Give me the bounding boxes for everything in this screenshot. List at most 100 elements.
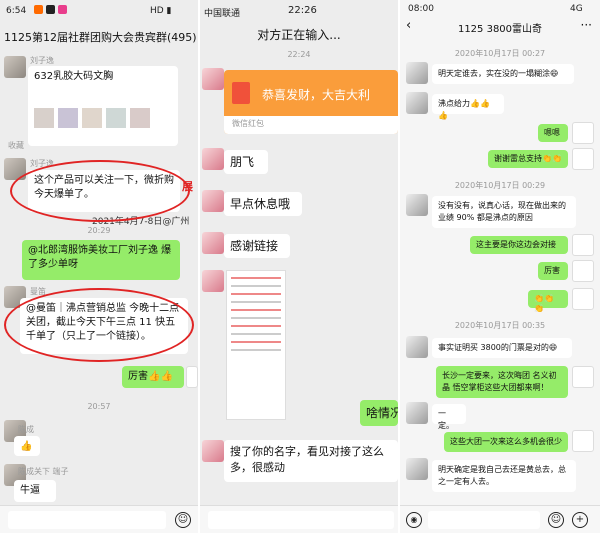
message-text: 朋飞 bbox=[230, 155, 255, 169]
status-bar: 6:54 HD ▮ bbox=[0, 0, 198, 22]
message-bubble[interactable]: 沸点给力👍👍👍 bbox=[432, 94, 504, 120]
highlight-circle bbox=[4, 288, 194, 362]
timestamp: 2020年10月17日 00:29 bbox=[454, 181, 546, 190]
product-thumbnails bbox=[34, 108, 150, 128]
input-bar: ◉ ☺ + bbox=[400, 505, 600, 533]
chat-title: 1125 3800雷山奇 bbox=[457, 24, 543, 35]
sender-name: 刘子逸 bbox=[30, 56, 54, 65]
chat-header: ‹ 1125 3800雷山奇 ··· bbox=[400, 16, 600, 38]
message-text: 沸点给力👍👍👍 bbox=[438, 99, 490, 120]
link-card-message[interactable]: 632乳胶大码文胸 bbox=[28, 66, 178, 146]
avatar[interactable] bbox=[406, 194, 428, 216]
avatar[interactable] bbox=[572, 122, 594, 144]
message-bubble[interactable]: 嗯嗯 bbox=[538, 124, 568, 142]
message-text: 👍 bbox=[20, 441, 33, 452]
avatar[interactable] bbox=[572, 288, 594, 310]
avatar[interactable] bbox=[406, 402, 428, 424]
message-text: 这些大团一次来这么多机会很少 bbox=[450, 437, 562, 446]
avatar[interactable] bbox=[4, 56, 26, 78]
input-bar bbox=[200, 505, 398, 533]
sender-name: 陈成 bbox=[18, 425, 34, 434]
avatar[interactable] bbox=[406, 92, 428, 114]
avatar[interactable] bbox=[572, 260, 594, 282]
avatar[interactable] bbox=[572, 366, 594, 388]
sender-name: 陈成关下 端子 bbox=[18, 467, 69, 476]
message-bubble[interactable]: 👍 bbox=[14, 436, 40, 456]
plus-icon[interactable]: + bbox=[572, 512, 588, 528]
thumbnail-image bbox=[34, 108, 54, 128]
timestamp: 2020年10月17日 00:27 bbox=[454, 49, 546, 58]
message-input[interactable] bbox=[208, 511, 394, 529]
message-bubble[interactable]: 牛逼 bbox=[14, 480, 56, 502]
avatar[interactable] bbox=[202, 232, 224, 254]
thumbnail-image bbox=[82, 108, 102, 128]
avatar[interactable] bbox=[202, 68, 224, 90]
message-bubble[interactable]: 这些大团一次来这么多机会很少 bbox=[444, 432, 568, 452]
message-bubble[interactable]: 厉害 bbox=[538, 262, 568, 280]
emoji-icon[interactable]: ☺ bbox=[175, 512, 191, 528]
status-indicators: HD ▮ bbox=[150, 6, 172, 16]
more-icon[interactable]: ··· bbox=[581, 18, 592, 32]
message-text: 啥情况 bbox=[366, 406, 398, 420]
message-bubble[interactable]: 明天确定是我自己去还是黄总去，总之一定有人去。 bbox=[432, 460, 576, 492]
avatar[interactable] bbox=[202, 190, 224, 212]
message-bubble[interactable]: 朋飞 bbox=[224, 150, 268, 174]
message-text: 长沙一定要来，这次晦团 名义初晶 悟空掌柜这些大团都来啊！ bbox=[442, 371, 557, 392]
avatar[interactable] bbox=[406, 62, 428, 84]
message-bubble[interactable]: 事实证明买 3800的门票是对的😄 bbox=[432, 338, 572, 358]
message-bubble[interactable]: 长沙一定要来，这次晦团 名义初晶 悟空掌柜这些大团都来啊！ bbox=[436, 366, 568, 398]
highlight-circle bbox=[10, 160, 190, 222]
message-bubble[interactable]: 谢谢雷总支持👏👏 bbox=[488, 150, 568, 168]
message-bubble[interactable]: 早点休息哦 bbox=[224, 192, 302, 216]
avatar[interactable] bbox=[406, 336, 428, 358]
input-bar: ☺ bbox=[0, 505, 198, 533]
message-bubble[interactable]: 明天定谁去，实在没的一塌糊涂😄 bbox=[432, 64, 574, 84]
timestamp: 2020年10月17日 00:35 bbox=[454, 321, 546, 330]
message-text: 这主要是你这边会对接 bbox=[476, 240, 556, 249]
thumbnail-image bbox=[58, 108, 78, 128]
avatar[interactable] bbox=[406, 458, 428, 480]
status-time: 22:26 bbox=[288, 5, 317, 16]
message-input[interactable] bbox=[8, 511, 166, 529]
message-text: 感谢链接 bbox=[230, 239, 279, 253]
avatar[interactable] bbox=[572, 234, 594, 256]
message-bubble[interactable]: 厉害👍👍 bbox=[122, 366, 184, 388]
message-text: 👏👏👏 bbox=[534, 294, 554, 313]
message-text: 一定。 bbox=[438, 409, 454, 430]
message-input[interactable] bbox=[428, 511, 540, 529]
message-text: 嗯嗯 bbox=[544, 128, 560, 137]
message-bubble[interactable]: 一定。 bbox=[432, 404, 466, 430]
avatar[interactable] bbox=[202, 440, 224, 462]
message-bubble[interactable]: 感谢链接 bbox=[224, 234, 290, 258]
message-text: 632乳胶大码文胸 bbox=[34, 71, 114, 82]
chat-header: 对方正在输入... bbox=[200, 24, 398, 46]
avatar[interactable] bbox=[572, 430, 594, 452]
message-bubble[interactable]: 没有没有，说真心话，现在做出来的业绩 90% 都是沸点的原因 bbox=[432, 196, 576, 228]
message-text: 厉害 bbox=[544, 266, 560, 275]
avatar[interactable] bbox=[572, 148, 594, 170]
red-packet-message[interactable]: 恭喜发财，大吉大利 微信红包 bbox=[224, 70, 398, 134]
message-text: 事实证明买 3800的门票是对的😄 bbox=[438, 343, 558, 352]
message-bubble[interactable]: @北郎湾服饰美妆工厂刘子逸 爆了多少单呀 bbox=[22, 240, 180, 280]
message-bubble[interactable]: 这主要是你这边会对接 bbox=[470, 236, 568, 254]
timestamp: 20:29 bbox=[87, 226, 111, 235]
chat-title: 对方正在输入... bbox=[257, 28, 341, 42]
screenshot-image-message[interactable] bbox=[226, 270, 286, 420]
message-bubble[interactable]: 搜了你的名字，看见对接了这么多，很感动 bbox=[224, 440, 398, 482]
status-bar: 中国联通 22:26 bbox=[200, 0, 398, 22]
message-text: 早点休息哦 bbox=[230, 197, 291, 211]
status-time: 6:54 bbox=[6, 6, 27, 16]
avatar[interactable] bbox=[202, 270, 224, 292]
avatar[interactable] bbox=[202, 148, 224, 170]
voice-icon[interactable]: ◉ bbox=[406, 512, 422, 528]
message-text: 牛逼 bbox=[20, 485, 40, 496]
message-bubble[interactable]: 👏👏👏 bbox=[528, 290, 568, 313]
middle-chat-panel: 中国联通 22:26 对方正在输入... 22:24 恭喜发财，大吉大利 微信红… bbox=[200, 0, 398, 533]
message-text: @北郎湾服饰美妆工厂刘子逸 爆了多少单呀 bbox=[28, 245, 172, 270]
avatar[interactable] bbox=[186, 366, 198, 388]
message-bubble[interactable]: 啥情况 bbox=[360, 400, 398, 426]
message-text: 谢谢雷总支持👏👏 bbox=[494, 154, 562, 163]
emoji-icon[interactable]: ☺ bbox=[548, 512, 564, 528]
chat-header: 1125第12届社群团购大会贵宾群(495) bbox=[0, 26, 198, 48]
left-chat-panel: 6:54 HD ▮ 1125第12届社群团购大会贵宾群(495) 刘子逸 632… bbox=[0, 0, 198, 533]
